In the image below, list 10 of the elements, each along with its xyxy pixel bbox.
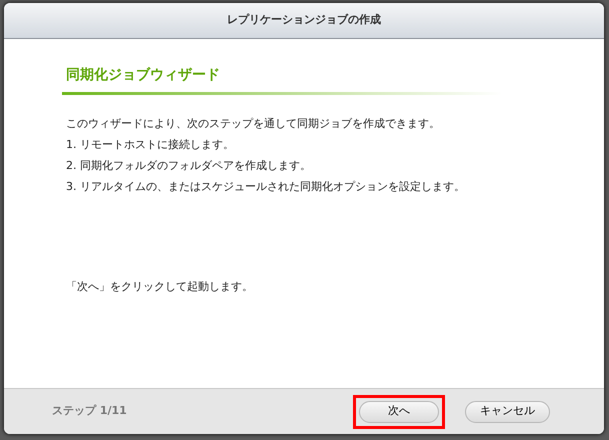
intro-text: このウィザードにより、次のステップを通して同期ジョブを作成できます。 (66, 117, 441, 131)
step-item: 2. 同期化フォルダのフォルダペアを作成します。 (66, 159, 312, 173)
wizard-heading: 同期化ジョブウィザード (65, 66, 221, 85)
step-counter: ステップ 1/11 (52, 403, 128, 420)
window-title: レプリケーションジョブの作成 (227, 12, 381, 28)
cancel-button[interactable]: キャンセル (465, 400, 550, 422)
step-item: 3. リアルタイムの、またはスケジュールされた同期化オプションを設定します。 (66, 180, 466, 194)
step-item: 1. リモートホストに接続します。 (66, 138, 235, 152)
hint-text: 「次へ」をクリックして起動します。 (66, 280, 254, 294)
next-button[interactable]: 次へ (359, 400, 439, 422)
